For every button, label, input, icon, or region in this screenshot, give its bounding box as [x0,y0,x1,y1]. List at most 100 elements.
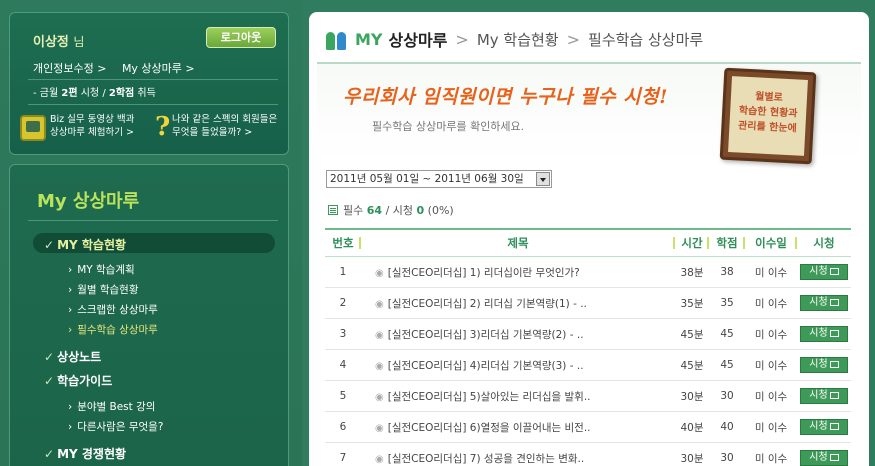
divider [28,104,278,105]
course-time: 38분 [680,266,704,279]
completion-status: 미 이수 [754,328,788,341]
check-icon: ✓ [44,374,55,388]
edit-profile-link[interactable]: 개인정보수정 > [33,62,106,75]
completion-status: 미 이수 [754,359,788,372]
course-title-link[interactable]: ◉ [실전CEO리더십] 7) 성공을 견인하는 변화.. [361,451,675,466]
promo-line: 상상마루 체험하기 > [50,127,134,138]
column-header-watch: 시청 [813,236,835,250]
sidebar-menu: My 상상마루 ✓ MY 학습현황 › MY 학습계획 › 월별 학습현황 › 스크랩한… [9,164,289,466]
sidebar-sub-label: MY 학습계획 [77,264,135,276]
date-range-select[interactable]: 2011년 05월 01일 ~ 2011년 06월 30일 [326,170,552,188]
user-links: 개인정보수정 > My 상상마루 > [33,60,207,76]
sidebar-sub-monthly[interactable]: › 월별 학습현황 [68,282,139,297]
course-time: 30분 [680,452,704,465]
sidebar-item-label: 학습가이드 [57,374,113,388]
breadcrumb-separator: > [455,29,469,49]
watch-button[interactable]: 시청 [800,264,848,280]
sidebar-item-guide[interactable]: ✓ 학습가이드 [44,372,112,389]
main-content: MY 상상마루 > My 학습현황 > 필수학습 상상마루 우리회사 임직원이면… [309,12,869,466]
peer-promo-link[interactable]: 나와 같은 스펙의 회원들은 무엇을 들었을까? > [172,113,277,139]
table-row: 4 ◉ [실전CEO리더십] 4)리더십 기본역량(3) - .. 45분 45 미 이수… [325,350,851,381]
check-icon: ✓ [44,350,55,364]
table-row: 7 ◉ [실전CEO리더십] 7) 성공을 견인하는 변화.. 30분 30 미 이수 시청 [325,443,851,466]
sidebar-sub-label: 다른사람은 무엇을? [77,421,164,433]
chevron-right-icon: › [68,324,73,336]
sidebar-item-my-learning[interactable]: ✓ MY 학습현황 [44,236,126,253]
monitor-icon [829,423,839,430]
course-credit: 30 [720,390,734,402]
sidebar-item-competition[interactable]: ✓ MY 경쟁현황 [44,445,126,462]
divider [28,79,278,80]
column-header-title: 제목 [361,235,675,251]
completion-status: 미 이수 [754,390,788,403]
row-number: 7 [339,452,347,464]
sidebar-sub-scrapped[interactable]: › 스크랩한 상상마루 [68,302,158,317]
course-title: [실전CEO리더십] 7) 성공을 견인하는 변화.. [387,452,585,465]
course-title-link[interactable]: ◉ [실전CEO리더십] 4)리더십 기본역량(3) - .. [361,358,675,373]
course-credit: 45 [720,359,734,371]
course-title: [실전CEO리더십] 5)살아있는 리더십을 발휘.. [387,390,591,403]
course-time: 45분 [680,359,704,372]
row-number: 1 [339,266,347,278]
monitor-icon [829,392,839,399]
user-info-box: 이상정 님 로그아웃 개인정보수정 > My 상상마루 > - 금월 2편 시청… [9,12,289,155]
usage-watch-count: 2편 [61,88,78,99]
sidebar-sub-learning-plan[interactable]: › MY 학습계획 [68,262,135,277]
banner-subtitle: 필수학습 상상마루를 확인하세요. [372,120,525,133]
watch-label: 시청 [809,390,828,401]
column-header-time: 시간 [675,235,709,251]
usage-watch-label: 시청 / [80,88,106,99]
column-header-credit: 학점 [709,235,745,251]
eye-icon: ◉ [375,329,384,341]
table-row: 2 ◉ [실전CEO리더십] 2) 리더십 기본역량(1) - .. 35분 35 미 이… [325,288,851,319]
completion-percent: (0%) [427,203,454,217]
watch-label: 시청 [809,452,828,463]
sidebar-sub-label: 분야별 Best 강의 [77,401,156,413]
sidebar-sub-best[interactable]: › 분야별 Best 강의 [68,399,155,414]
completion-status: 미 이수 [754,297,788,310]
watch-button[interactable]: 시청 [800,388,848,404]
course-title-link[interactable]: ◉ [실전CEO리더십] 2) 리더십 기본역량(1) - .. [361,296,675,311]
banner-frame-image: 월별로 학습한 현황과 관리를 한눈에 [719,67,817,165]
trial-promo-link[interactable]: Biz 실무 동영상 백과 상상마루 체험하기 > [50,113,134,139]
watch-cell: 시청 [797,419,851,435]
sidebar-sub-required[interactable]: › 필수학습 상상마루 [68,322,158,337]
chevron-right-icon: › [68,421,73,433]
chevron-down-icon[interactable] [536,172,550,186]
usage-credit-count: 2학점 [108,88,135,99]
sidebar-item-label: MY 학습현황 [57,238,127,252]
completion-summary: 필수 64 / 시청 0 (0%) [328,202,454,218]
sidebar-item-note[interactable]: ✓ 상상노트 [44,348,101,365]
completion-status: 미 이수 [754,266,788,279]
table-row: 1 ◉ [실전CEO리더십] 1) 리더십이란 무엇인가? 38분 38 미 이수 시청 [325,257,851,288]
course-title-link[interactable]: ◉ [실전CEO리더십] 3)리더십 기본역량(2) - .. [361,327,675,342]
row-number: 5 [339,390,347,402]
monthly-usage: - 금월 2편 시청 / 2학점 취득 [33,84,156,99]
course-time: 45분 [680,328,704,341]
breadcrumb-root[interactable]: 상상마루 [389,27,448,51]
promo-line: Biz 실무 동영상 백과 [50,114,135,125]
sidebar-sub-others[interactable]: › 다른사람은 무엇을? [68,419,163,434]
watch-button[interactable]: 시청 [800,295,848,311]
eye-icon: ◉ [375,298,384,310]
watch-button[interactable]: 시청 [800,419,848,435]
divider [28,220,278,221]
course-title-link[interactable]: ◉ [실전CEO리더십] 5)살아있는 리더십을 발휘.. [361,389,675,404]
course-title-link[interactable]: ◉ [실전CEO리더십] 1) 리더십이란 무엇인가? [361,265,675,280]
completion-status: 미 이수 [754,421,788,434]
sidebar-sub-label: 스크랩한 상상마루 [77,304,158,316]
sidebar-sub-label: 월별 학습현황 [77,284,139,296]
eye-icon: ◉ [375,422,384,434]
my-sangsang-link[interactable]: My 상상마루 > [122,62,195,75]
course-credit: 35 [720,297,734,309]
breadcrumb-level2[interactable]: My 학습현황 [477,29,559,50]
course-title-link[interactable]: ◉ [실전CEO리더십] 6)열정을 이끌어내는 비전.. [361,420,675,435]
course-credit: 45 [720,328,734,340]
course-credit: 38 [720,266,734,278]
watch-button[interactable]: 시청 [800,357,848,373]
watch-button[interactable]: 시청 [800,450,848,466]
breadcrumb-current: 필수학습 상상마루 [588,30,704,49]
watch-button[interactable]: 시청 [800,326,848,342]
eye-icon: ◉ [375,267,384,279]
logout-button[interactable]: 로그아웃 [206,27,276,48]
